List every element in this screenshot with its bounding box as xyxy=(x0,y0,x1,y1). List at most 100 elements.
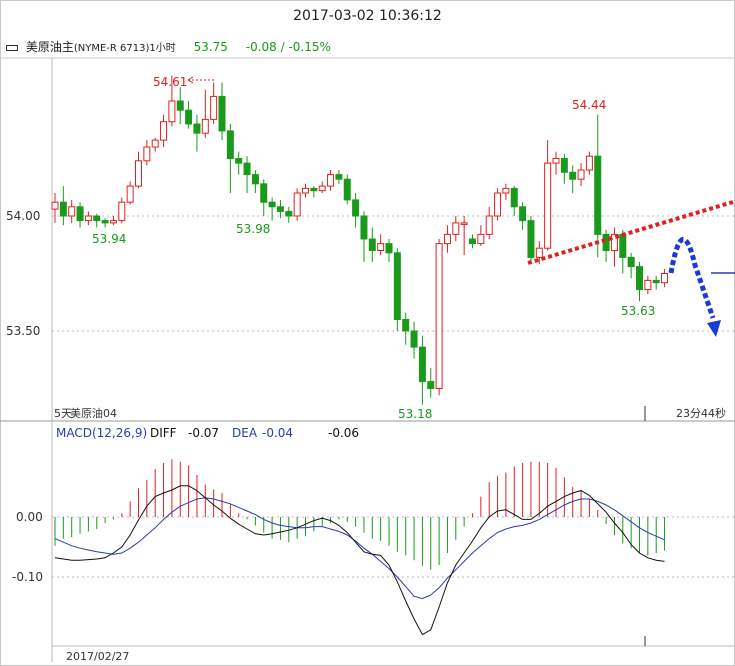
candle-body xyxy=(594,155,602,235)
label-high-1: 54.61 xyxy=(153,75,187,89)
candle xyxy=(352,193,360,228)
candle-body xyxy=(251,174,259,185)
forecast-arrowhead xyxy=(707,320,721,337)
candle xyxy=(143,140,151,166)
candle xyxy=(218,82,226,141)
candle-body xyxy=(118,201,126,222)
candle-body xyxy=(477,233,485,245)
candle xyxy=(418,335,426,405)
dea-value: -0.04 xyxy=(262,426,293,440)
ytick-53-5: 53.50 xyxy=(6,324,40,338)
macd-ytick-0: 0.00 xyxy=(16,510,43,524)
date-label: 2017/02/27 xyxy=(66,650,129,663)
candle-body xyxy=(535,247,543,258)
candle xyxy=(293,188,301,221)
candle-body xyxy=(168,100,176,123)
candle-body xyxy=(469,238,476,245)
candle xyxy=(343,174,351,205)
candle-body xyxy=(201,118,209,134)
candle xyxy=(210,82,218,124)
candle-body xyxy=(510,187,518,208)
candle xyxy=(393,248,401,331)
candle-body xyxy=(210,95,218,120)
candle-body xyxy=(310,187,318,192)
candle-body xyxy=(402,319,410,332)
candle xyxy=(552,151,560,175)
candle xyxy=(602,229,610,262)
label-low-4: 53.63 xyxy=(621,304,655,318)
candle xyxy=(627,252,635,279)
candle xyxy=(477,225,485,246)
candle xyxy=(443,225,451,253)
candle xyxy=(402,312,410,345)
contract-label: 美原油04 xyxy=(70,406,117,420)
candle-body xyxy=(327,174,335,187)
candle-body xyxy=(360,215,368,240)
candle xyxy=(636,262,643,302)
candles-group xyxy=(51,75,669,405)
candle xyxy=(151,137,159,152)
candle-body xyxy=(627,256,635,268)
candle-body xyxy=(101,220,109,224)
candle xyxy=(76,202,84,228)
candle-body xyxy=(335,174,343,180)
candle xyxy=(176,87,184,124)
candle xyxy=(285,206,293,223)
candle-body xyxy=(352,199,360,217)
candle xyxy=(68,199,76,223)
candle-body xyxy=(636,266,643,291)
candle-body xyxy=(285,210,293,217)
candle-body xyxy=(268,201,276,208)
candle-body xyxy=(544,162,552,249)
ytick-54: 54.00 xyxy=(6,209,40,223)
macd-label: MACD(12,26,9) xyxy=(56,426,147,440)
candle-body xyxy=(502,187,510,194)
candle-body xyxy=(185,109,193,125)
candle xyxy=(226,124,234,193)
candle-body xyxy=(68,206,76,217)
candle-body xyxy=(293,192,301,217)
candle-body xyxy=(193,123,201,134)
candle xyxy=(560,153,568,184)
candle xyxy=(502,183,510,200)
candle-body xyxy=(343,178,351,201)
candle xyxy=(368,227,376,262)
candle xyxy=(126,181,134,205)
candle-body xyxy=(552,158,560,164)
candle xyxy=(544,140,552,251)
candle xyxy=(427,367,435,398)
candle xyxy=(135,151,142,189)
candle xyxy=(527,216,535,265)
candle xyxy=(510,186,518,216)
macd-group xyxy=(54,459,666,636)
candle-body xyxy=(519,206,527,222)
candle-body xyxy=(143,146,151,162)
candle-body xyxy=(276,206,284,212)
candle xyxy=(327,170,335,191)
dea-label: DEA xyxy=(232,426,258,440)
label-low-2: 53.98 xyxy=(236,222,270,236)
label-high-2: 54.44 xyxy=(572,98,606,112)
candle-body xyxy=(577,169,585,180)
candle-body xyxy=(160,121,168,141)
candle-body xyxy=(644,279,652,291)
candle-body xyxy=(410,330,418,348)
candle-body xyxy=(226,130,234,159)
candle-body xyxy=(661,273,669,284)
candle xyxy=(661,268,669,288)
candle-body xyxy=(51,201,59,210)
candle xyxy=(410,321,418,359)
label-low-1: 53.94 xyxy=(92,232,126,246)
candle-body xyxy=(109,220,117,224)
candle-body xyxy=(418,346,426,383)
candle-body xyxy=(619,233,627,258)
candle-body xyxy=(560,158,568,173)
candle xyxy=(160,114,168,147)
candle-body xyxy=(243,162,251,176)
candle xyxy=(251,170,259,193)
candle-body xyxy=(176,100,184,111)
candle-body xyxy=(485,215,493,235)
candle xyxy=(610,227,618,267)
candle-body xyxy=(135,160,142,187)
candle xyxy=(360,211,368,262)
